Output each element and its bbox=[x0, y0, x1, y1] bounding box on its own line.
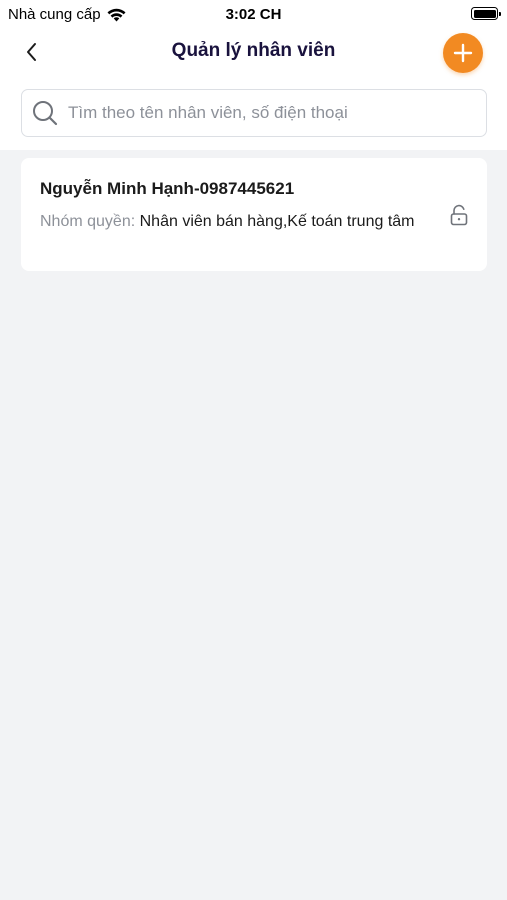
search-icon bbox=[33, 101, 58, 126]
page-title: Quản lý nhân viên bbox=[171, 40, 336, 61]
role-label: Nhóm quyền: bbox=[40, 213, 136, 230]
plus-icon bbox=[453, 43, 473, 63]
status-bar: Nhà cung cấp 3:02 CH bbox=[0, 0, 507, 30]
search-input[interactable] bbox=[68, 103, 468, 123]
status-time: 3:02 CH bbox=[225, 6, 282, 23]
employee-name: Nguyễn Minh Hạnh-0987445621 bbox=[40, 179, 295, 198]
search-box[interactable] bbox=[21, 89, 487, 137]
employee-roles: Nhóm quyền: Nhân viên bán hàng,Kế toán t… bbox=[40, 209, 420, 234]
lock-open-icon[interactable] bbox=[449, 204, 469, 226]
top-bar: Nhà cung cấp 3:02 CH Quản lý nhân viên bbox=[0, 0, 507, 150]
battery-icon bbox=[471, 7, 501, 20]
add-employee-button[interactable] bbox=[443, 33, 483, 73]
employee-card[interactable]: Nguyễn Minh Hạnh-0987445621 Nhóm quyền: … bbox=[21, 158, 487, 271]
role-value: Nhân viên bán hàng,Kế toán trung tâm bbox=[139, 213, 415, 230]
